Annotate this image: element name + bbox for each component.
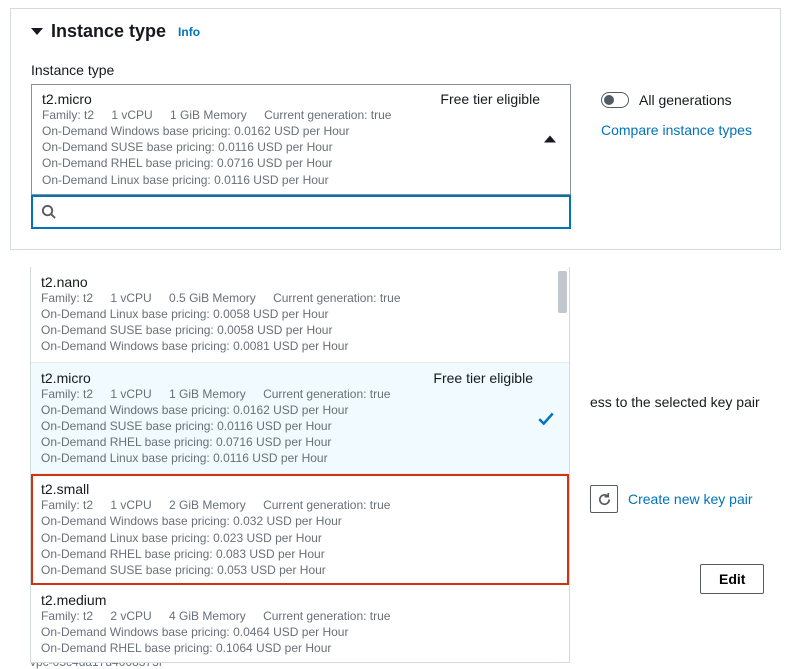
instance-type-panel: Instance type Info Instance type t2.micr… (10, 8, 781, 250)
create-keypair-row: Create new key pair (590, 485, 753, 513)
selected-instance-name: t2.micro (42, 91, 92, 107)
option-name: t2.micro (41, 370, 91, 386)
option-t2-nano[interactable]: t2.nano Family: t2 1 vCPU 0.5 GiB Memory… (31, 267, 569, 363)
create-keypair-link[interactable]: Create new key pair (628, 491, 753, 507)
option-t2-small[interactable]: t2.small Family: t2 1 vCPU 2 GiB Memory … (31, 474, 569, 585)
all-generations-row: All generations (601, 92, 752, 108)
dropdown-caret-icon (544, 136, 556, 143)
selected-specs: Family: t2 1 vCPU 1 GiB Memory Current g… (42, 108, 540, 122)
option-name: t2.medium (41, 592, 106, 608)
keypair-hint-text: ess to the selected key pair (590, 394, 780, 410)
checkmark-icon (537, 409, 555, 427)
selected-pricing: On-Demand Windows base pricing: 0.0162 U… (42, 123, 540, 188)
all-generations-toggle[interactable] (601, 92, 629, 108)
instance-type-dropdown: t2.nano Family: t2 1 vCPU 0.5 GiB Memory… (30, 267, 570, 663)
all-generations-label: All generations (639, 92, 732, 108)
instance-type-select[interactable]: t2.micro Free tier eligible Family: t2 1… (31, 84, 571, 195)
panel-header: Instance type Info (31, 21, 760, 42)
instance-type-field: Instance type t2.micro Free tier eligibl… (31, 62, 571, 229)
info-link[interactable]: Info (178, 25, 200, 39)
search-icon (41, 204, 56, 219)
edit-button[interactable]: Edit (700, 564, 764, 594)
option-t2-medium[interactable]: t2.medium Family: t2 2 vCPU 4 GiB Memory… (31, 585, 569, 663)
refresh-icon (597, 492, 612, 507)
right-column: All generations Compare instance types (601, 62, 752, 138)
refresh-button[interactable] (590, 485, 618, 513)
option-badge: Free tier eligible (433, 370, 533, 386)
field-label: Instance type (31, 62, 571, 78)
collapse-caret-icon[interactable] (31, 28, 43, 35)
free-tier-badge: Free tier eligible (440, 91, 540, 107)
panel-title: Instance type (51, 21, 166, 42)
option-t2-micro[interactable]: t2.micro Free tier eligible Family: t2 1… (31, 363, 569, 475)
option-name: t2.nano (41, 274, 88, 290)
search-input[interactable] (64, 201, 561, 223)
instance-type-search (31, 195, 571, 229)
compare-instance-types-link[interactable]: Compare instance types (601, 122, 752, 138)
option-name: t2.small (41, 481, 89, 497)
panel-body: Instance type t2.micro Free tier eligibl… (31, 62, 760, 229)
